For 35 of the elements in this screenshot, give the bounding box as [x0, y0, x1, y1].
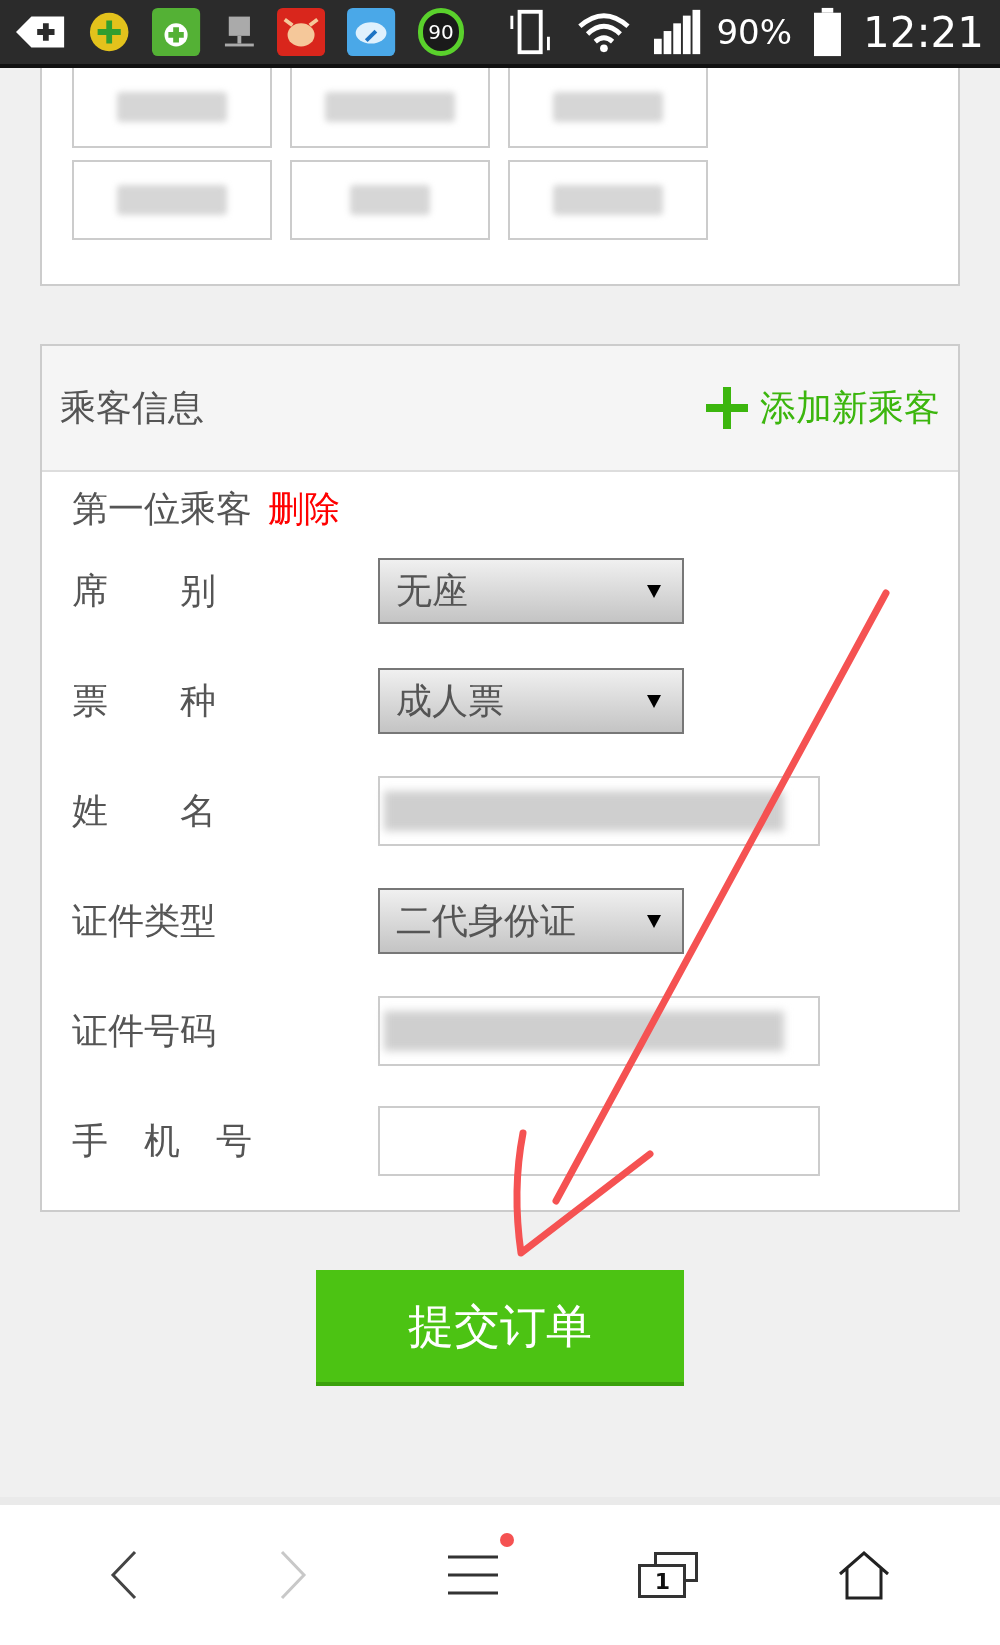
dropdown-caret-icon: [646, 583, 662, 599]
field-label: 证件号码: [72, 1009, 217, 1053]
dropdown-select[interactable]: 二代身份证: [378, 888, 684, 954]
speed-badge: 90: [417, 8, 465, 56]
option-tile[interactable]: [72, 68, 272, 148]
cloud-icon: [347, 7, 396, 57]
option-tile[interactable]: [290, 68, 490, 148]
field-label: 票 种: [72, 679, 217, 723]
menu-icon[interactable]: [445, 1553, 500, 1597]
battery-icon: [814, 7, 841, 57]
text-input-field[interactable]: [378, 996, 820, 1066]
shield-plus-icon: [88, 10, 131, 54]
field-label: 姓 名: [72, 789, 217, 833]
cow-face-icon: [277, 7, 326, 57]
plus-icon: [706, 387, 748, 429]
option-tile[interactable]: [72, 160, 272, 240]
text-input-field[interactable]: [378, 776, 820, 846]
battery-percent: 90%: [716, 10, 792, 54]
dropdown-select[interactable]: 成人票: [378, 668, 684, 734]
delete-link[interactable]: 删除: [268, 482, 340, 536]
passenger-title: 第一位乘客: [72, 487, 252, 531]
field-label: 席 别: [72, 569, 217, 613]
dropdown-caret-icon: [646, 913, 662, 929]
home-icon[interactable]: [836, 1550, 891, 1600]
signal-icon: [654, 9, 703, 55]
clock-time: 12:21: [862, 6, 984, 59]
dropdown-select[interactable]: 无座: [378, 558, 684, 624]
section-title: 乘客信息: [60, 386, 204, 430]
text-input-field[interactable]: [378, 1106, 820, 1176]
option-tile[interactable]: [290, 160, 490, 240]
field-label: 手 机 号: [72, 1119, 253, 1163]
option-tile[interactable]: [508, 68, 708, 148]
field-label: 证件类型: [72, 899, 217, 943]
dropdown-caret-icon: [646, 693, 662, 709]
option-tile[interactable]: [508, 160, 708, 240]
